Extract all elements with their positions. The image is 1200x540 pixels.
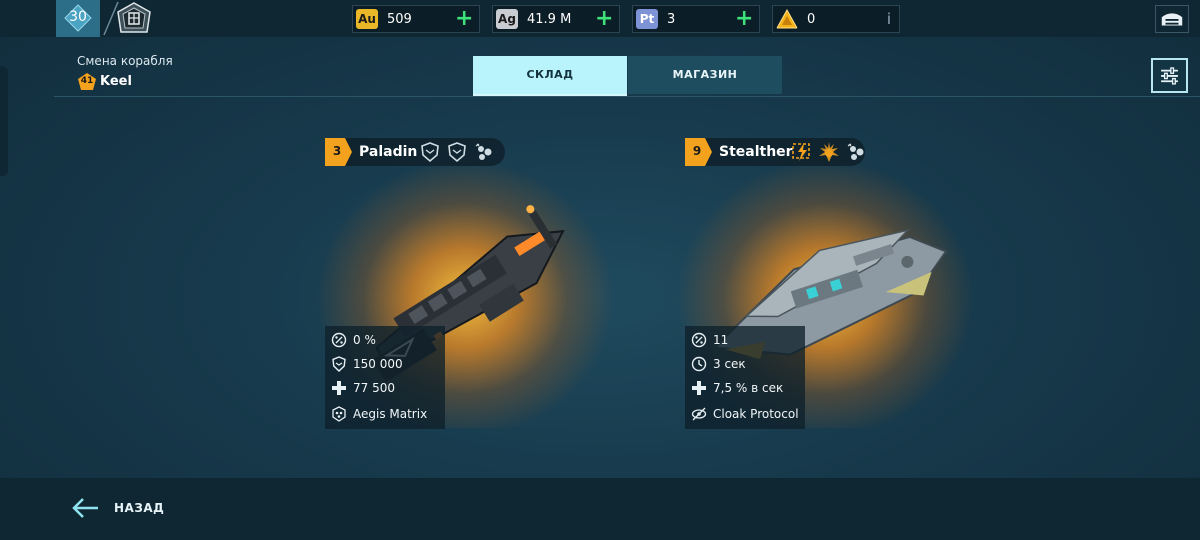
player-level: 30: [69, 9, 87, 25]
ability-icon: [332, 406, 346, 422]
stat-repair: 77 500: [331, 378, 449, 400]
player-level-badge[interactable]: 30: [56, 0, 100, 37]
ship-card-paladin[interactable]: 3 Paladin 0 % 150 000 77 500 Aegis Matri…: [315, 138, 625, 438]
drone-cluster-icon: [847, 143, 864, 160]
filter-settings-button[interactable]: [1151, 58, 1188, 93]
stat-ability: Aegis Matrix: [331, 404, 449, 426]
info-icon[interactable]: i: [887, 10, 891, 28]
stat-value: 11: [713, 333, 729, 347]
stat-value: 77 500: [353, 381, 395, 395]
pilot-level-badge: 41: [77, 72, 97, 91]
add-silver-button[interactable]: +: [595, 8, 613, 30]
tab-shop[interactable]: МАГАЗИН: [628, 56, 782, 94]
ship-name: Stealther: [719, 144, 793, 160]
cloak-icon: [691, 407, 707, 421]
gold-icon: Au: [356, 9, 378, 29]
stat-value: Aegis Matrix: [353, 407, 428, 421]
bottom-bar: [0, 478, 1200, 540]
repair-icon: [332, 381, 346, 395]
burst-icon: [819, 142, 839, 162]
ship-card-stealther[interactable]: 9 Stealther 11 3 сек 7,5 % в сек Cloak P…: [675, 138, 985, 438]
stat-value: 7,5 % в сек: [713, 381, 784, 395]
stat-repair: 7,5 % в сек: [691, 378, 809, 400]
shield-icon: [332, 356, 346, 372]
add-platinum-button[interactable]: +: [735, 8, 753, 30]
stat-value: Cloak Protocol: [713, 407, 799, 421]
ship-name-plate: 9 Stealther: [685, 138, 865, 166]
faction-emblem-icon[interactable]: [116, 2, 152, 36]
cloak-bolt-icon: [792, 143, 810, 161]
tab-storage[interactable]: СКЛАД: [473, 56, 627, 94]
stat-value: 0 %: [353, 333, 376, 347]
back-arrow-icon: [72, 498, 98, 518]
side-drawer-handle[interactable]: [0, 66, 8, 176]
gold-value: 509: [387, 12, 412, 27]
back-button[interactable]: НАЗАД: [70, 494, 180, 522]
stat-ability: Cloak Protocol: [691, 404, 809, 426]
percent-icon: [331, 332, 347, 348]
token-value: 0: [807, 12, 816, 27]
ship-name: Paladin: [359, 144, 418, 160]
platinum-resource: Pt 3 +: [632, 5, 760, 33]
ship-tier-badge: 3: [325, 138, 352, 166]
shield-badge-icon: [421, 142, 439, 163]
warning-triangle-icon: [776, 9, 798, 29]
ship-tier: 3: [332, 144, 342, 158]
platinum-icon: Pt: [636, 9, 658, 29]
header-divider: [54, 96, 1200, 97]
gold-resource: Au 509 +: [352, 5, 480, 33]
ship-tier: 9: [692, 144, 702, 158]
shield-badge-icon: [448, 142, 466, 163]
stat-crit-chance: 0 %: [331, 330, 449, 352]
silver-icon: Ag: [496, 9, 518, 29]
ship-stats-panel: 11 3 сек 7,5 % в сек Cloak Protocol: [685, 326, 805, 429]
token-resource: 0 i: [772, 5, 900, 33]
ship-stats-panel: 0 % 150 000 77 500 Aegis Matrix: [325, 326, 445, 429]
page-title: Смена корабля: [77, 54, 173, 68]
stat-duration: 3 сек: [691, 354, 809, 376]
stat-value: 3 сек: [713, 357, 746, 371]
add-gold-button[interactable]: +: [455, 8, 473, 30]
ship-tier-badge: 9: [685, 138, 712, 166]
repair-icon: [692, 381, 706, 395]
stat-crit-chance: 11: [691, 330, 809, 352]
drone-cluster-icon: [475, 143, 492, 160]
hangar-button[interactable]: [1155, 5, 1189, 33]
percent-icon: [691, 332, 707, 348]
platinum-value: 3: [667, 12, 676, 27]
stat-value: 150 000: [353, 357, 403, 371]
timer-icon: [691, 356, 707, 372]
back-label: НАЗАД: [114, 501, 165, 515]
ship-name-plate: 3 Paladin: [325, 138, 505, 166]
pilot-level: 41: [80, 76, 94, 86]
top-bar: 30 Au 509 + Ag 41.9 M + Pt 3 + 0 i: [0, 0, 1200, 37]
silver-value: 41.9 M: [527, 12, 572, 27]
pilot-name: Keel: [100, 74, 132, 89]
stat-shield: 150 000: [331, 354, 449, 376]
silver-resource: Ag 41.9 M +: [492, 5, 620, 33]
